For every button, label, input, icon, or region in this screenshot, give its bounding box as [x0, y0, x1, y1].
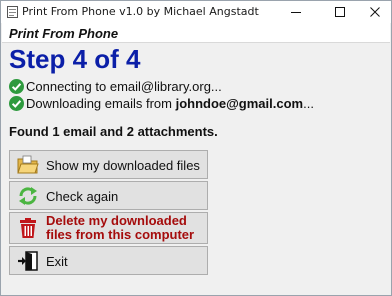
app-window: Print From Phone v1.0 by Michael Angstad… — [0, 0, 392, 296]
found-message: Found 1 email and 2 attachments. — [9, 124, 218, 139]
close-button[interactable] — [358, 1, 392, 23]
minimize-button[interactable] — [279, 1, 313, 23]
exit-door-icon — [18, 251, 38, 271]
trash-icon — [20, 218, 36, 238]
button-label: Exit — [46, 254, 68, 269]
refresh-icon — [19, 187, 37, 205]
app-header: Print From Phone — [2, 23, 390, 43]
status-text-main: Connecting to email@library.org... — [26, 79, 222, 94]
show-downloaded-files-button[interactable]: Show my downloaded files — [9, 150, 208, 179]
button-label: Delete my downloaded files from this com… — [46, 213, 195, 242]
status-text-ellipsis: ... — [303, 96, 314, 111]
window-title: Print From Phone v1.0 by Michael Angstad… — [22, 5, 259, 18]
minimize-icon — [291, 12, 301, 13]
check-circle-icon — [9, 79, 24, 94]
maximize-button[interactable] — [323, 1, 357, 23]
step-title: Step 4 of 4 — [9, 44, 141, 74]
title-bar[interactable]: Print From Phone v1.0 by Michael Angstad… — [1, 1, 391, 23]
app-name: Print From Phone — [9, 26, 119, 41]
app-icon — [7, 6, 18, 18]
maximize-icon — [335, 7, 345, 17]
close-icon — [370, 7, 380, 17]
exit-button[interactable]: Exit — [9, 246, 208, 275]
button-label: Show my downloaded files — [46, 158, 200, 173]
status-text: Downloading emails from johndoe@gmail.co… — [26, 96, 314, 111]
delete-downloaded-files-button[interactable]: Delete my downloaded files from this com… — [9, 212, 208, 244]
email-address: johndoe@gmail.com — [175, 96, 304, 111]
check-circle-icon — [9, 96, 24, 111]
button-label: Check again — [46, 189, 119, 204]
status-text-main: Downloading emails from — [26, 96, 176, 111]
folder-icon — [17, 155, 39, 174]
status-text: Connecting to email@library.org... — [26, 79, 222, 94]
check-again-button[interactable]: Check again — [9, 181, 208, 210]
